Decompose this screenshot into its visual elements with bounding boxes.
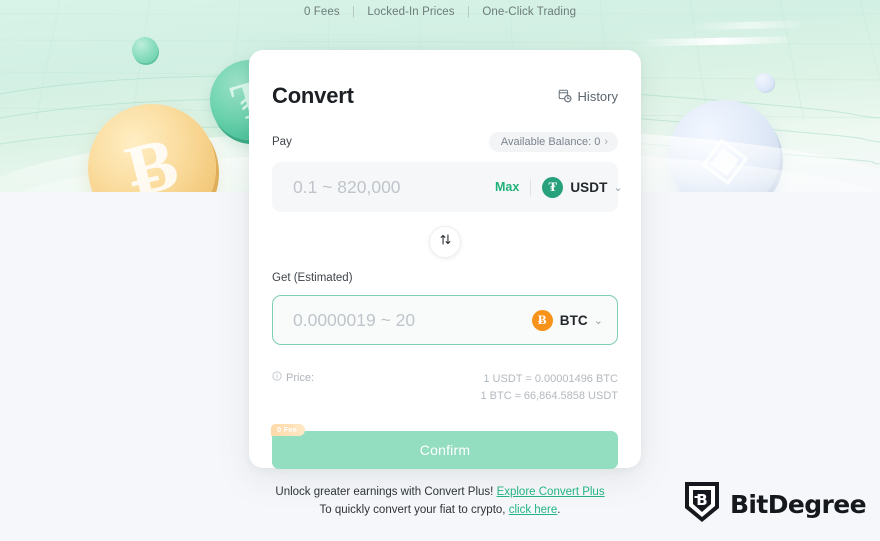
available-balance-label: Available Balance: 0 — [500, 136, 601, 148]
price-block: Price: 1 USDT = 0.00001496 BTC 1 BTC ≈ 6… — [272, 371, 618, 405]
chevron-down-icon: ⌄ — [613, 181, 623, 194]
max-button[interactable]: Max — [495, 180, 530, 194]
get-token-name: BTC — [559, 312, 588, 328]
card-header: Convert History — [272, 50, 618, 109]
get-row: Get (Estimated) — [272, 268, 618, 286]
bitdegree-watermark: B BitDegree — [683, 480, 867, 529]
get-amount-input[interactable] — [291, 308, 495, 332]
chevron-down-icon: ⌄ — [593, 314, 603, 327]
page-title: Convert — [272, 83, 354, 108]
price-rates: 1 USDT = 0.00001496 BTC 1 BTC ≈ 66,864.5… — [481, 371, 619, 405]
info-icon[interactable] — [272, 371, 282, 384]
pay-row: Pay Available Balance: 0 › — [272, 131, 618, 153]
history-icon — [558, 89, 572, 103]
price-label: Price: — [286, 371, 315, 384]
footer-line-2-text: To quickly convert your fiat to crypto, — [319, 504, 506, 516]
swap-direction-button[interactable] — [429, 226, 461, 258]
convert-card: Convert History Pay Available Balance: 0… — [249, 50, 641, 469]
banner-feature-1: Locked-In Prices — [367, 6, 455, 18]
price-rate-usdt-to-btc: 1 USDT = 0.00001496 BTC — [483, 373, 618, 385]
zero-fee-badge: 0 Fee — [271, 424, 306, 436]
pay-token-name: USDT — [570, 179, 608, 195]
banner-feature-0: 0 Fees — [303, 6, 340, 18]
usdt-icon: ₮ — [542, 176, 564, 198]
swap-arrows-icon — [439, 233, 452, 251]
price-label-group: Price: — [272, 371, 314, 384]
get-amount-box: Ƀ BTC ⌄ — [272, 295, 618, 345]
banner-feature-2: One-Click Trading — [482, 6, 577, 18]
divider — [530, 178, 532, 196]
footer-line-1-text: Unlock greater earnings with Convert Plu… — [275, 486, 494, 498]
swap-row — [272, 226, 618, 258]
decorative-bubble-blue — [755, 73, 774, 92]
svg-text:B: B — [696, 491, 707, 509]
pay-amount-box: Max ₮ USDT ⌄ — [272, 162, 623, 212]
bitdegree-wordmark: BitDegree — [729, 490, 867, 519]
confirm-button[interactable]: Confirm — [272, 431, 618, 469]
explore-convert-plus-link[interactable]: Explore Convert Plus — [497, 486, 605, 498]
available-balance-button[interactable]: Available Balance: 0 › — [488, 132, 618, 152]
get-token-select[interactable]: Ƀ BTC ⌄ — [531, 309, 603, 331]
bitcoin-coin: Ƀ — [88, 104, 216, 192]
get-box-controls: Ƀ BTC ⌄ — [531, 309, 603, 331]
pay-label: Pay — [272, 136, 292, 148]
btc-icon: Ƀ — [531, 309, 553, 331]
banner-feature-separator: | — [466, 6, 471, 18]
decorative-bubble-green — [132, 37, 158, 63]
price-rate-btc-to-usdt: 1 BTC ≈ 66,864.5858 USDT — [480, 390, 619, 402]
bitdegree-shield-icon: B — [683, 480, 721, 529]
get-label: Get (Estimated) — [272, 272, 353, 284]
history-button[interactable]: History — [558, 89, 618, 104]
pay-amount-input[interactable] — [291, 175, 495, 199]
pay-box-controls: Max ₮ USDT ⌄ — [495, 176, 623, 198]
history-label: History — [577, 88, 618, 104]
footer-period: . — [557, 504, 561, 516]
click-here-link[interactable]: click here — [509, 504, 558, 516]
confirm-wrapper: Confirm 0 Fee — [271, 424, 618, 469]
chevron-right-icon: › — [604, 135, 608, 148]
banner-feature-list: 0 Fees | Locked-In Prices | One-Click Tr… — [0, 6, 880, 18]
banner-feature-separator: | — [352, 6, 356, 18]
pay-token-select[interactable]: ₮ USDT ⌄ — [542, 176, 623, 198]
